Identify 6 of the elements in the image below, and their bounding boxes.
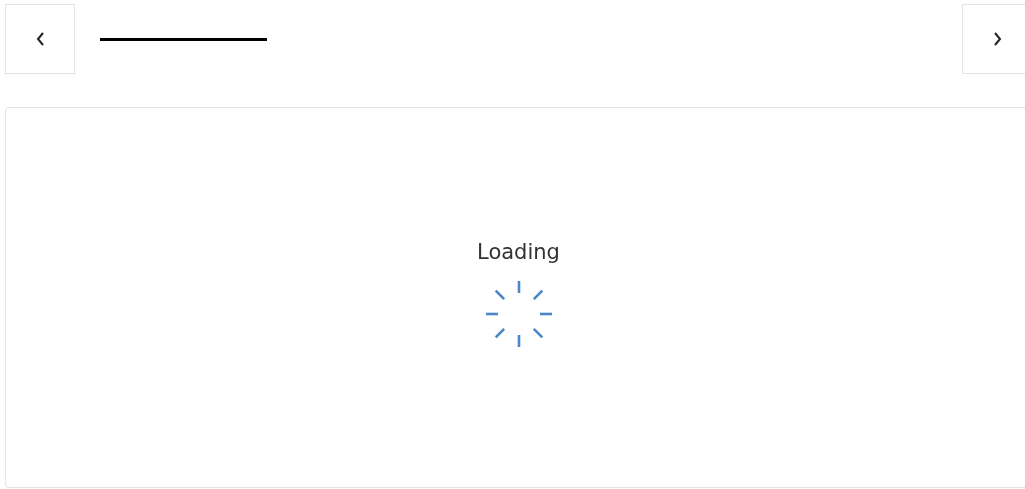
chevron-left-icon bbox=[35, 32, 45, 46]
loading-spinner-icon bbox=[483, 279, 554, 349]
previous-button[interactable] bbox=[5, 4, 75, 74]
next-button[interactable] bbox=[962, 4, 1025, 74]
chevron-right-icon bbox=[992, 32, 1002, 46]
loading-label: Loading bbox=[477, 242, 560, 263]
